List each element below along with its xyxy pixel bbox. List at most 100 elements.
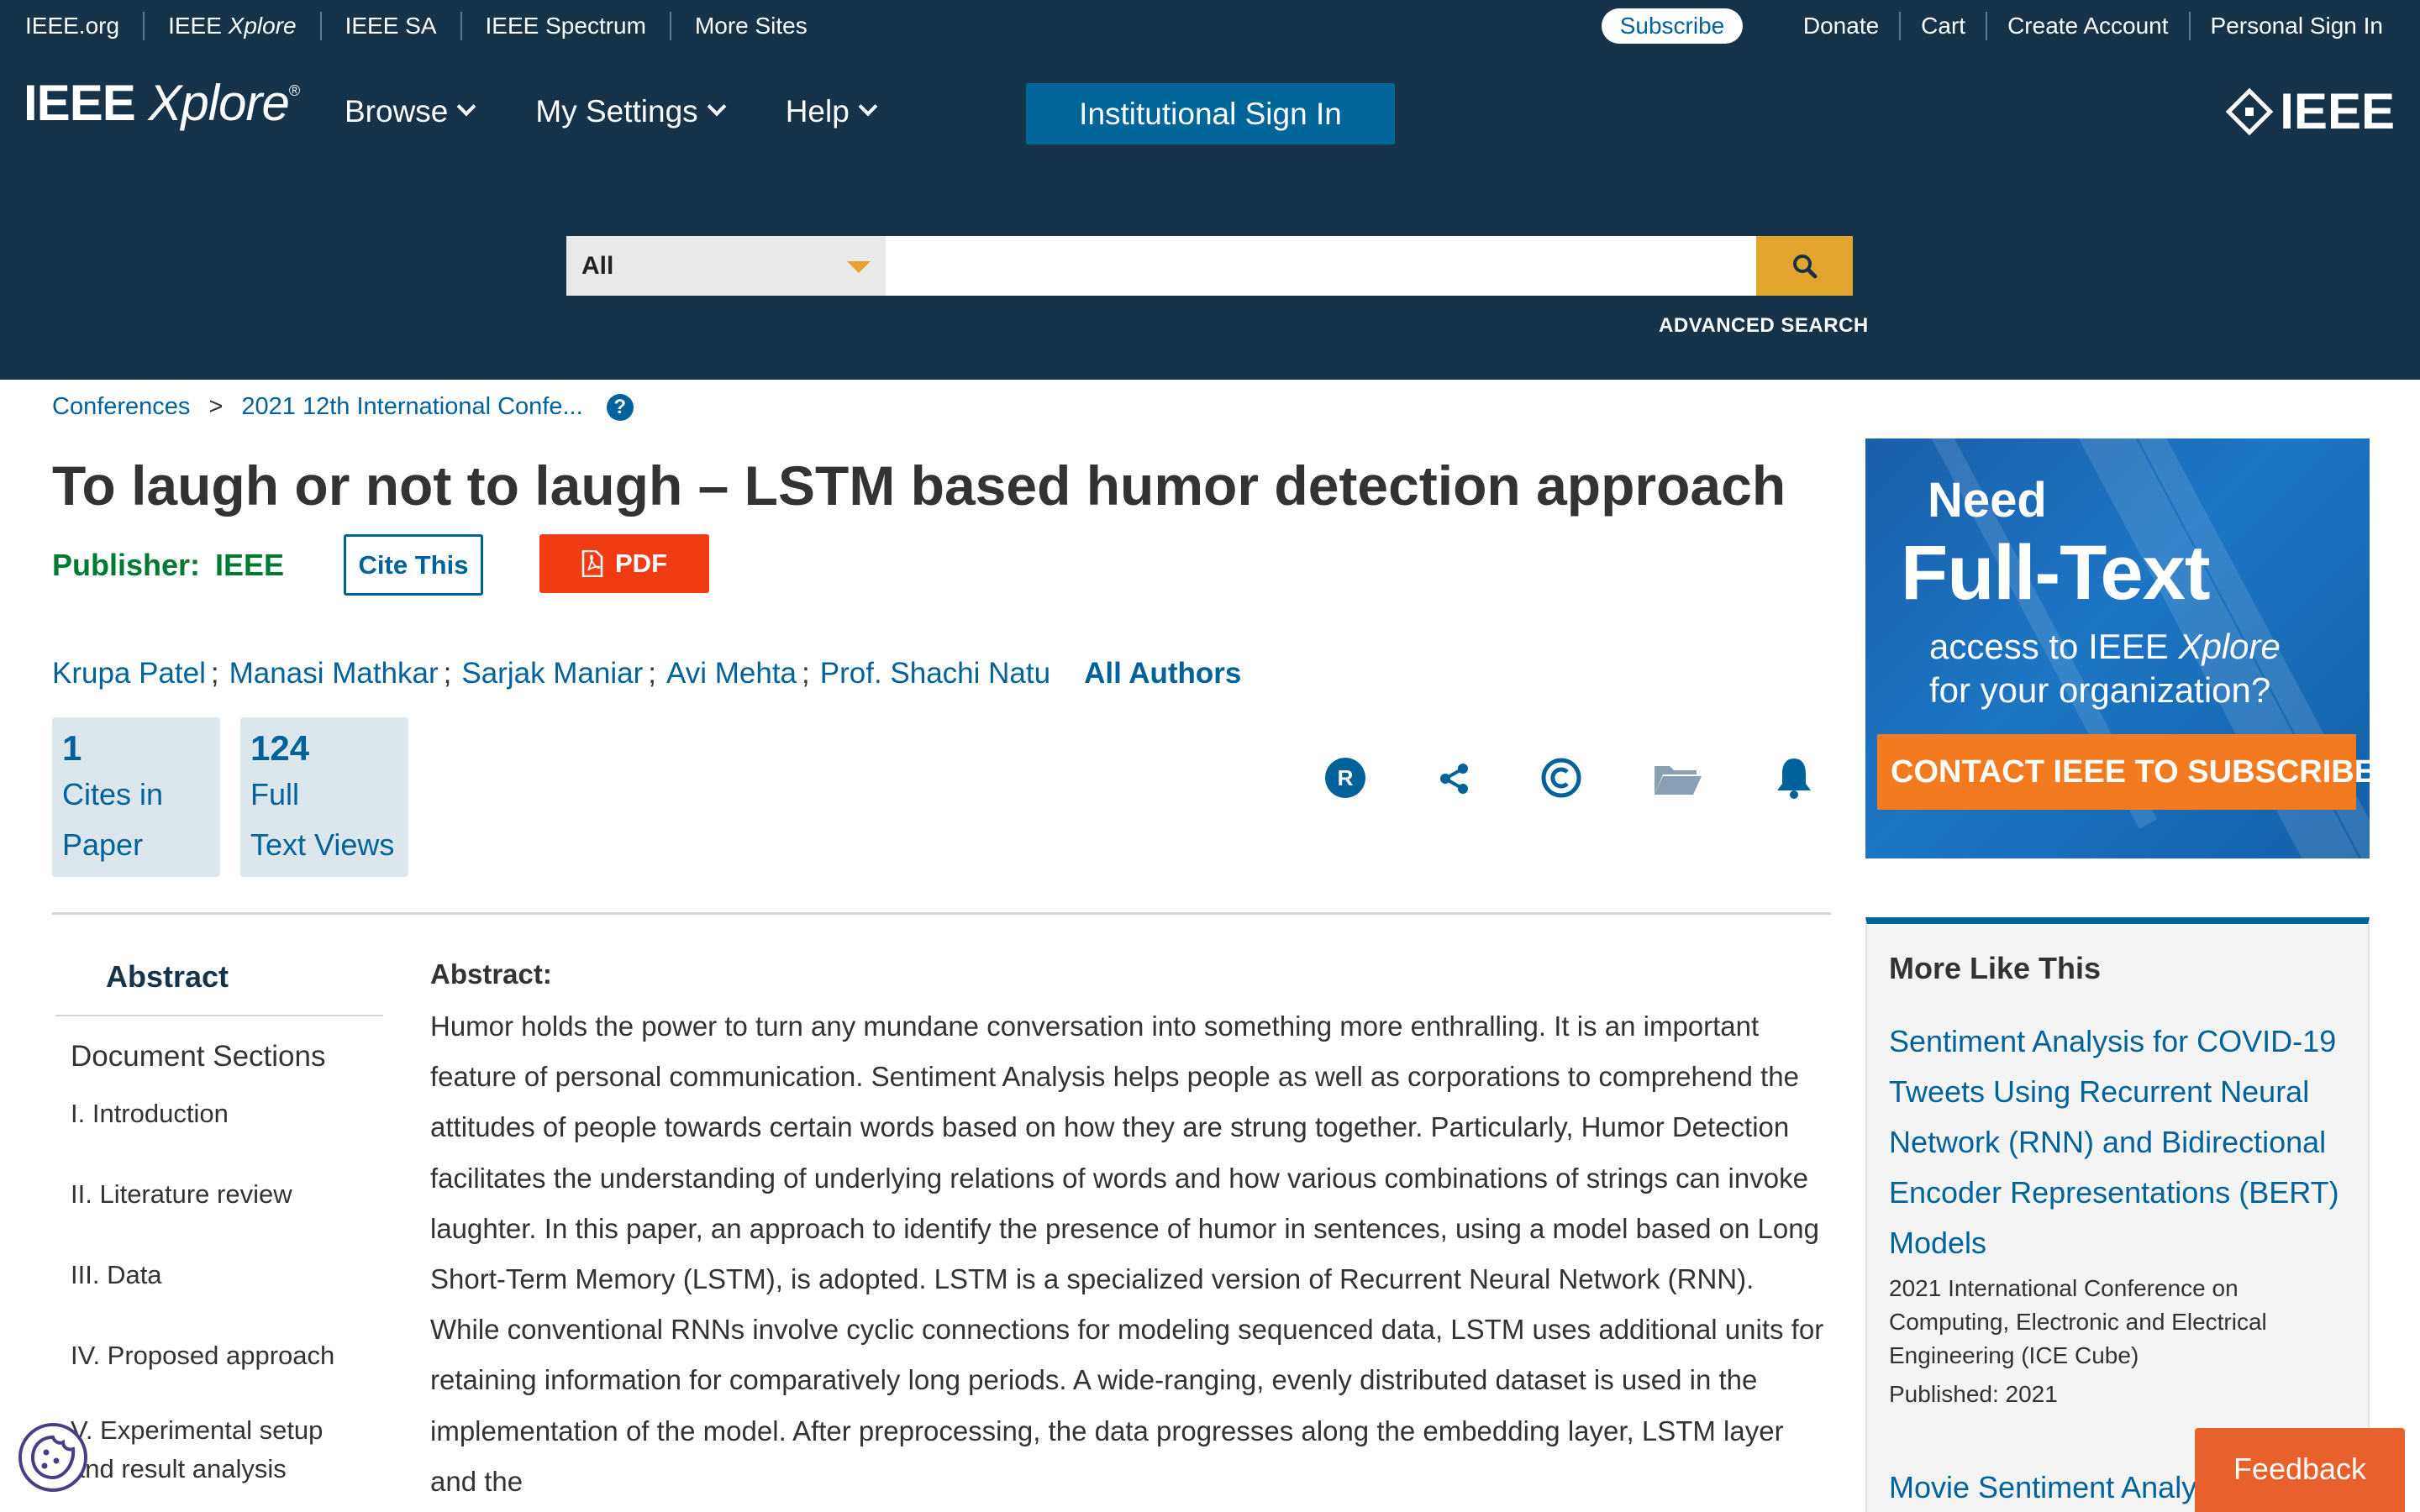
author-link[interactable]: Avi Mehta — [666, 657, 797, 690]
metric-value: 124 — [250, 728, 310, 768]
ieee-org-link[interactable]: IEEE.org — [0, 12, 145, 40]
document-title: To laugh or not to laugh – LSTM based hu… — [52, 454, 1786, 517]
ieee-sa-link[interactable]: IEEE SA — [322, 12, 462, 40]
ieee-xplore-link-text: IEEE — [168, 13, 222, 39]
cart-link[interactable]: Cart — [1901, 12, 1988, 40]
nav-my-settings-label: My Settings — [535, 94, 698, 129]
publisher-name: IEEE — [215, 548, 285, 582]
cite-this-button[interactable]: Cite This — [344, 534, 483, 596]
author-link[interactable]: Manasi Mathkar — [229, 657, 439, 690]
author-separator: ; — [802, 657, 810, 690]
section-link-experimental-setup-cont[interactable]: and result analysis — [55, 1450, 383, 1488]
breadcrumb-separator: > — [208, 393, 224, 420]
logo-italic-text: Xplore — [148, 75, 289, 131]
nav-help[interactable]: Help — [785, 94, 878, 129]
contact-ieee-subscribe-button[interactable]: CONTACT IEEE TO SUBSCRIBE › — [1877, 734, 2370, 810]
ieee-logo-text: IEEE — [2280, 83, 2395, 139]
ad-access-line-2: for your organization? — [1929, 670, 2271, 710]
pdf-button[interactable]: PDF — [539, 534, 709, 593]
related-article-published: Published: 2021 — [1889, 1381, 2058, 1407]
section-link-proposed-approach[interactable]: IV. Proposed approach — [55, 1331, 383, 1411]
utility-links-right: Donate Cart Create Account Personal Sign… — [1783, 0, 2395, 52]
publisher-label: Publisher: — [52, 548, 201, 582]
bell-icon[interactable] — [1773, 754, 1815, 801]
nav-browse[interactable]: Browse — [345, 94, 476, 129]
author-link[interactable]: Sarjak Maniar — [461, 657, 643, 690]
more-like-this-panel: More Like This Sentiment Analysis for CO… — [1865, 917, 2370, 1512]
breadcrumb-conference-name[interactable]: 2021 12th International Confe... — [241, 393, 582, 421]
document-sections-nav: Abstract Document Sections I. Introducti… — [55, 941, 383, 1488]
pdf-file-icon — [581, 550, 603, 577]
utility-bar: IEEE.org IEEE Xplore IEEE SA IEEE Spectr… — [0, 0, 2420, 52]
ieee-spectrum-link[interactable]: IEEE Spectrum — [462, 12, 671, 40]
search-input[interactable] — [886, 236, 1756, 296]
rights-icon[interactable]: R — [1323, 756, 1367, 800]
institutional-sign-in-button[interactable]: Institutional Sign In — [1026, 83, 1395, 144]
ieee-xplore-link-italic: Xplore — [228, 13, 297, 39]
author-link[interactable]: Prof. Shachi Natu — [820, 657, 1050, 690]
related-article-link[interactable]: Sentiment Analysis for COVID-19 Tweets U… — [1889, 1016, 2360, 1268]
chevron-down-icon — [858, 97, 878, 117]
copyright-icon[interactable] — [1539, 756, 1583, 800]
nav-help-label: Help — [785, 94, 850, 129]
section-link-introduction[interactable]: I. Introduction — [55, 1089, 383, 1169]
help-icon[interactable]: ? — [606, 393, 634, 421]
cites-in-paper-metric[interactable]: 1 Cites in Paper — [52, 717, 220, 877]
publisher: Publisher: IEEE — [52, 548, 284, 583]
donate-link[interactable]: Donate — [1783, 12, 1902, 40]
author-list: Krupa Patel; Manasi Mathkar; Sarjak Mani… — [52, 657, 1241, 690]
content-divider — [52, 912, 1831, 915]
ieee-xplore-logo[interactable]: IEEE Xplore® — [24, 74, 300, 132]
section-link-experimental-setup[interactable]: V. Experimental setup — [55, 1411, 383, 1450]
related-article-venue: 2021 International Conference on Computi… — [1889, 1275, 2267, 1368]
author-link[interactable]: Krupa Patel — [52, 657, 206, 690]
metric-label: Cites in — [62, 777, 164, 811]
search-bar: All — [566, 236, 1853, 296]
advanced-search-link[interactable]: ADVANCED SEARCH — [1659, 314, 1869, 338]
ieee-xplore-link[interactable]: IEEE Xplore — [145, 12, 322, 40]
more-like-this-heading: More Like This — [1889, 951, 2102, 985]
abstract-tab[interactable]: Abstract — [55, 941, 383, 1016]
all-authors-link[interactable]: All Authors — [1084, 657, 1241, 690]
subscribe-button[interactable]: Subscribe — [1602, 8, 1743, 44]
section-link-literature-review[interactable]: II. Literature review — [55, 1169, 383, 1250]
ad-access-line-1: access to IEEE — [1929, 627, 2179, 666]
author-separator: ; — [443, 657, 452, 690]
ieee-logo[interactable]: IEEE — [2225, 82, 2395, 140]
ad-access-italic: Xplore — [2178, 627, 2281, 666]
search-button[interactable] — [1756, 236, 1853, 296]
cookie-icon — [30, 1435, 76, 1480]
cookie-settings-button[interactable] — [18, 1423, 87, 1492]
related-article-link[interactable]: Movie Sentiment Analy — [1889, 1470, 2196, 1505]
logo-registered-mark: ® — [288, 82, 300, 99]
abstract-label: Abstract: — [430, 958, 552, 990]
main-nav: Browse My Settings Help — [345, 94, 937, 129]
logo-main-text: IEEE — [24, 75, 136, 131]
author-separator: ; — [648, 657, 657, 690]
document-sections-heading: Document Sections — [71, 1040, 326, 1073]
metric-label: Full — [250, 777, 300, 811]
ad-access-text: access to IEEE Xplore for your organizat… — [1929, 625, 2281, 712]
create-account-link[interactable]: Create Account — [1987, 12, 2191, 40]
full-text-ad-banner[interactable]: Need Full-Text access to IEEE Xplore for… — [1865, 438, 2370, 858]
metric-label: Paper — [62, 827, 144, 862]
author-separator: ; — [210, 657, 219, 690]
share-icon[interactable] — [1435, 759, 1474, 798]
metric-label: Text Views — [250, 827, 395, 862]
svg-text:R: R — [1338, 765, 1354, 790]
full-text-views-metric[interactable]: 124 Full Text Views — [240, 717, 408, 877]
metric-value: 1 — [62, 728, 82, 768]
section-link-data[interactable]: III. Data — [55, 1250, 383, 1331]
search-scope-select[interactable]: All — [566, 236, 886, 296]
dropdown-triangle-icon — [847, 261, 871, 273]
breadcrumb-conferences[interactable]: Conferences — [52, 393, 190, 421]
personal-sign-in-link[interactable]: Personal Sign In — [2191, 12, 2395, 40]
main-header: IEEE Xplore® Browse My Settings Help Ins… — [0, 52, 2420, 380]
more-sites-link[interactable]: More Sites — [671, 12, 831, 40]
abstract-section: Abstract: Humor holds the power to turn … — [430, 956, 1825, 1507]
feedback-button[interactable]: Feedback — [2195, 1428, 2405, 1512]
nav-my-settings[interactable]: My Settings — [535, 94, 727, 129]
utility-links-left: IEEE.org IEEE Xplore IEEE SA IEEE Spectr… — [0, 0, 831, 52]
search-scope-value: All — [581, 251, 614, 280]
folder-icon[interactable] — [1652, 759, 1704, 798]
